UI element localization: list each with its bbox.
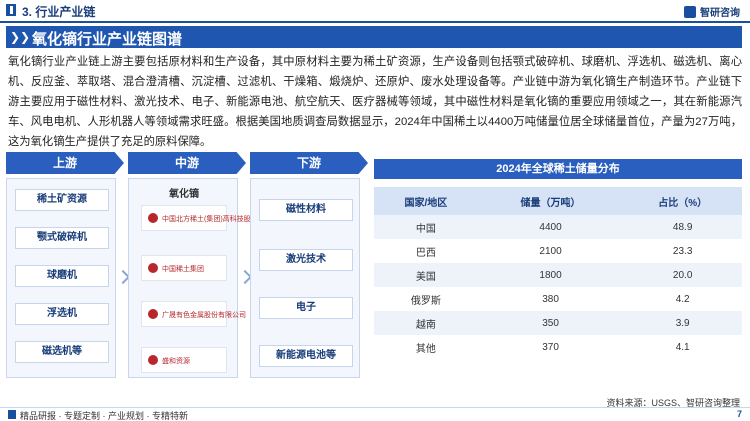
title-bar: ❯❯ 氧化镝行业产业链图谱 bbox=[6, 26, 742, 48]
upstream-header: 上游 bbox=[6, 152, 124, 174]
table-cell: 中国 bbox=[374, 215, 478, 239]
page-title: 氧化镝行业产业链图谱 bbox=[32, 31, 183, 48]
table-row: 其他 370 4.1 bbox=[374, 335, 742, 359]
table-cell: 2100 bbox=[477, 239, 624, 263]
midstream-header: 中游 bbox=[128, 152, 246, 174]
table-row: 俄罗斯 380 4.2 bbox=[374, 287, 742, 311]
footer: 精品研报 · 专题定制 · 产业规划 · 专精特新 7 bbox=[0, 407, 750, 421]
downstream-item: 磁性材料 bbox=[259, 199, 353, 221]
downstream-item: 新能源电池等 bbox=[259, 345, 353, 367]
page-number: 7 bbox=[736, 409, 742, 419]
table-cell: 4.1 bbox=[623, 335, 742, 359]
table-cell: 350 bbox=[477, 311, 624, 335]
upstream-column: 稀土矿资源 颚式破碎机 球磨机 浮选机 磁选机等 bbox=[6, 178, 116, 378]
company-emblem-icon bbox=[148, 355, 158, 365]
double-chevron-icon: ❯❯ bbox=[10, 30, 31, 44]
downstream-column: 磁性材料 激光技术 电子 新能源电池等 bbox=[250, 178, 360, 378]
company-name: 广晟有色金属股份有限公司 bbox=[162, 312, 246, 319]
company-logo: 中国稀土集团 bbox=[141, 255, 227, 281]
top-bar: 3. 行业产业链 智研咨询 bbox=[0, 0, 750, 22]
table-cell: 美国 bbox=[374, 263, 478, 287]
column-header: 占比（%） bbox=[623, 187, 742, 215]
upstream-item: 磁选机等 bbox=[15, 341, 109, 363]
column-header: 储量（万吨） bbox=[477, 187, 624, 215]
brand-name: 智研咨询 bbox=[700, 8, 740, 19]
midstream-product: 氧化镝 bbox=[169, 189, 199, 200]
company-emblem-icon bbox=[148, 263, 158, 273]
table-cell: 巴西 bbox=[374, 239, 478, 263]
company-name: 盛和资源 bbox=[162, 358, 190, 365]
column-header: 国家/地区 bbox=[374, 187, 478, 215]
table-cell: 4.2 bbox=[623, 287, 742, 311]
company-emblem-icon bbox=[148, 309, 158, 319]
upstream-item: 颚式破碎机 bbox=[15, 227, 109, 249]
company-logo: 中国北方稀土(集团)高科技股份有限公司 bbox=[141, 205, 286, 231]
table-header-row: 国家/地区 储量（万吨） 占比（%） bbox=[374, 187, 742, 215]
downstream-header: 下游 bbox=[250, 152, 368, 174]
downstream-item: 激光技术 bbox=[259, 249, 353, 271]
reserves-table: 国家/地区 储量（万吨） 占比（%） 中国 4400 48.9 巴西 2100 … bbox=[374, 187, 742, 359]
table-cell: 俄罗斯 bbox=[374, 287, 478, 311]
header-divider bbox=[0, 21, 750, 23]
description-paragraph: 氧化镝行业产业链上游主要包括原材料和生产设备，其中原材料主要为稀土矿资源，生产设… bbox=[8, 56, 742, 148]
table-row: 中国 4400 48.9 bbox=[374, 215, 742, 239]
company-emblem-icon bbox=[148, 213, 158, 223]
table-cell: 其他 bbox=[374, 335, 478, 359]
table-cell: 越南 bbox=[374, 311, 478, 335]
table-cell: 4400 bbox=[477, 215, 624, 239]
downstream-item: 电子 bbox=[259, 297, 353, 319]
upstream-item: 球磨机 bbox=[15, 265, 109, 287]
table-row: 美国 1800 20.0 bbox=[374, 263, 742, 287]
table-cell: 1800 bbox=[477, 263, 624, 287]
brand: 智研咨询 bbox=[684, 4, 740, 19]
table-title: 2024年全球稀土储量分布 bbox=[374, 159, 742, 179]
table-row: 巴西 2100 23.3 bbox=[374, 239, 742, 263]
company-logo: 广晟有色金属股份有限公司 bbox=[141, 301, 246, 327]
table-cell: 3.9 bbox=[623, 311, 742, 335]
footer-text: 精品研报 · 专题定制 · 产业规划 · 专精特新 bbox=[20, 411, 188, 421]
section-title: 3. 行业产业链 bbox=[22, 5, 96, 19]
footer-icon bbox=[8, 410, 16, 419]
brand-logo-icon bbox=[684, 5, 696, 18]
midstream-column: 氧化镝 中国北方稀土(集团)高科技股份有限公司 中国稀土集团 广晟有色金属股份有… bbox=[128, 178, 286, 378]
table-cell: 20.0 bbox=[623, 263, 742, 287]
table-cell: 23.3 bbox=[623, 239, 742, 263]
table-cell: 48.9 bbox=[623, 215, 742, 239]
company-name: 中国稀土集团 bbox=[162, 266, 204, 273]
section-marker-icon bbox=[6, 4, 16, 16]
upstream-item: 浮选机 bbox=[15, 303, 109, 325]
table-row: 越南 350 3.9 bbox=[374, 311, 742, 335]
company-logo: 盛和资源 bbox=[141, 347, 227, 373]
table-cell: 370 bbox=[477, 335, 624, 359]
upstream-item: 稀土矿资源 bbox=[15, 189, 109, 211]
table-cell: 380 bbox=[477, 287, 624, 311]
